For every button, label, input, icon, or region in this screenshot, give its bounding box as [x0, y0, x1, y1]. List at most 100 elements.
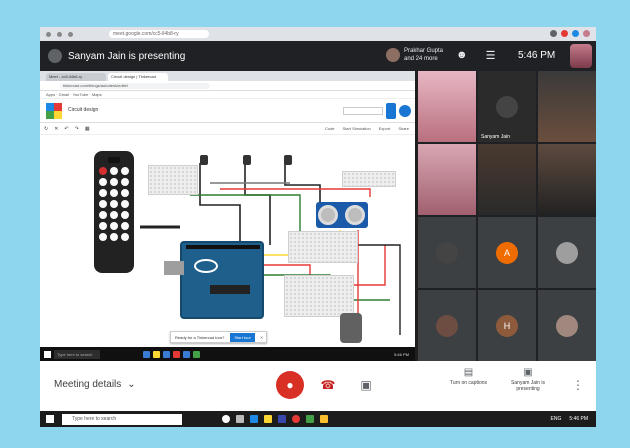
reload-icon[interactable]	[68, 31, 73, 37]
photoresistor[interactable]	[284, 155, 292, 165]
participant-avatar	[556, 241, 578, 264]
export-button[interactable]: Export	[379, 126, 391, 131]
presenting-button[interactable]: ▣ Sanyam Jain is presenting	[506, 367, 550, 392]
presenter-label: Sanyam Jain is presenting	[68, 50, 186, 62]
app-icon[interactable]	[173, 350, 180, 358]
turn-on-captions-button[interactable]: ▤ Turn on captions	[450, 367, 487, 386]
windows-taskbar: Type here to search ENG 5:46 PM	[40, 411, 596, 427]
inner-bookmarks-bar[interactable]: Apps · Gmail · YouTube · Maps	[40, 91, 415, 99]
share-button[interactable]: Share	[398, 126, 409, 131]
chrome-icon[interactable]	[292, 415, 300, 423]
meet-controls-bar: Meeting details ⌄ ● ☎ ▣ ▤ Turn on captio…	[40, 361, 596, 411]
call-controls: ● ☎ ▣	[276, 371, 380, 399]
participant-summary[interactable]: Prakhar Gupta and 24 more	[386, 47, 452, 63]
user-avatar[interactable]	[399, 105, 411, 117]
chat-icon[interactable]: ☰	[486, 49, 496, 62]
taskbar-clock[interactable]: 5:46 PM	[569, 416, 588, 422]
app-icon[interactable]	[193, 350, 200, 358]
participant-tile[interactable]: Sanyam Jain	[478, 71, 536, 142]
app-icon[interactable]	[143, 350, 150, 358]
people-icon[interactable]: ☻	[456, 49, 468, 62]
participant-avatar: H	[496, 314, 518, 337]
search-icon[interactable]	[222, 415, 230, 423]
design-title[interactable]: Circuit design	[68, 107, 98, 113]
breadboard-top[interactable]	[148, 165, 198, 195]
redo-icon[interactable]: ↷	[75, 126, 79, 132]
participant-tile[interactable]	[418, 290, 476, 361]
breadboard-right-lower[interactable]	[288, 231, 358, 263]
forward-icon[interactable]	[57, 31, 62, 37]
inner-taskbar-search[interactable]: Type here to search	[54, 349, 100, 359]
inner-taskbar: Type here to search 5:46 PM	[40, 347, 415, 361]
inner-tab-tinkercad[interactable]: Circuit design | Tinkercad	[108, 73, 168, 81]
photoresistor[interactable]	[200, 155, 208, 165]
ultrasonic-sensor[interactable]	[316, 202, 368, 228]
tinkercad-header: Circuit design	[40, 99, 415, 123]
file-explorer-icon[interactable]	[264, 415, 272, 423]
undo-icon[interactable]: ↶	[64, 126, 68, 132]
arduino-board[interactable]	[164, 241, 264, 319]
inner-address-row: tinkercad.com/things/autodesk/editel	[40, 81, 415, 91]
windows-start-icon[interactable]	[44, 350, 51, 358]
servo-motor[interactable]	[340, 313, 362, 343]
photoresistor[interactable]	[243, 155, 251, 165]
delete-icon[interactable]: ✕	[54, 126, 58, 132]
participant-tile[interactable]: A	[478, 217, 536, 288]
notes-icon[interactable]: ▦	[85, 126, 90, 132]
participant-avatar	[386, 48, 400, 62]
inner-address-bar[interactable]: tinkercad.com/things/autodesk/editel	[60, 82, 210, 89]
breadboard-right[interactable]	[342, 171, 396, 187]
app-icon[interactable]	[163, 350, 170, 358]
participant-tile[interactable]	[538, 217, 596, 288]
participant-tile[interactable]	[418, 217, 476, 288]
start-tour-button[interactable]: Start tour	[230, 332, 255, 342]
store-icon[interactable]	[278, 415, 286, 423]
inner-tab-meet[interactable]: Meet - cc5-ll4b8-ry	[46, 73, 106, 81]
app-icon[interactable]	[320, 415, 328, 423]
meeting-details-button[interactable]: Meeting details ⌄	[54, 379, 136, 390]
extension-icon[interactable]	[572, 30, 579, 37]
header-actions: ☻ ☰	[456, 49, 495, 62]
participant-tile[interactable]	[418, 71, 476, 142]
windows-start-icon[interactable]	[46, 415, 54, 423]
self-view-thumbnail[interactable]	[570, 44, 592, 68]
close-icon[interactable]: ✕	[257, 335, 266, 340]
inner-tab-strip: Meet - cc5-ll4b8-ry Circuit design | Tin…	[40, 71, 415, 81]
tinkercad-logo[interactable]	[46, 103, 62, 119]
circuit-view-button[interactable]	[386, 103, 396, 119]
app-icon[interactable]	[153, 350, 160, 358]
app-icon[interactable]	[183, 350, 190, 358]
circuit-canvas[interactable]: Ready for a Tinkercad tour? Start tour ✕	[40, 135, 415, 347]
profile-icon[interactable]	[583, 30, 590, 37]
ir-remote[interactable]	[94, 151, 134, 273]
task-view-icon[interactable]	[236, 415, 244, 423]
back-icon[interactable]	[46, 31, 51, 37]
outer-browser-chrome: meet.google.com/cc5-ll4b8-ry	[40, 27, 596, 41]
language-indicator[interactable]: ENG	[551, 416, 562, 422]
address-bar[interactable]: meet.google.com/cc5-ll4b8-ry	[109, 30, 209, 38]
participant-tile[interactable]	[538, 144, 596, 215]
start-simulation-button[interactable]: Start Simulation	[343, 126, 371, 131]
rotate-icon[interactable]: ↻	[44, 126, 48, 132]
app-icon[interactable]	[306, 415, 314, 423]
design-name-field[interactable]	[343, 107, 383, 115]
participant-tile[interactable]	[538, 71, 596, 142]
code-button[interactable]: Code	[325, 126, 335, 131]
more-options-icon[interactable]: ⋮	[572, 378, 584, 392]
edge-icon[interactable]	[250, 415, 258, 423]
extension-icon[interactable]	[561, 30, 568, 37]
taskbar-search[interactable]: Type here to search	[62, 413, 182, 425]
system-tray: ENG 5:46 PM	[551, 416, 588, 422]
microphone-off-button[interactable]: ●	[276, 371, 304, 399]
participant-tile[interactable]: H	[478, 290, 536, 361]
camera-button[interactable]: ▣	[352, 371, 380, 399]
breadboard-bottom[interactable]	[284, 275, 354, 317]
participant-tile[interactable]	[418, 144, 476, 215]
end-call-button[interactable]: ☎	[314, 371, 342, 399]
participant-tile[interactable]	[538, 290, 596, 361]
microcontroller-chip	[210, 285, 250, 294]
tour-prompt: Ready for a Tinkercad tour? Start tour ✕	[170, 331, 268, 343]
presenter-indicator: Sanyam Jain is presenting	[40, 49, 185, 63]
participant-tile[interactable]	[478, 144, 536, 215]
star-icon[interactable]	[550, 30, 557, 37]
